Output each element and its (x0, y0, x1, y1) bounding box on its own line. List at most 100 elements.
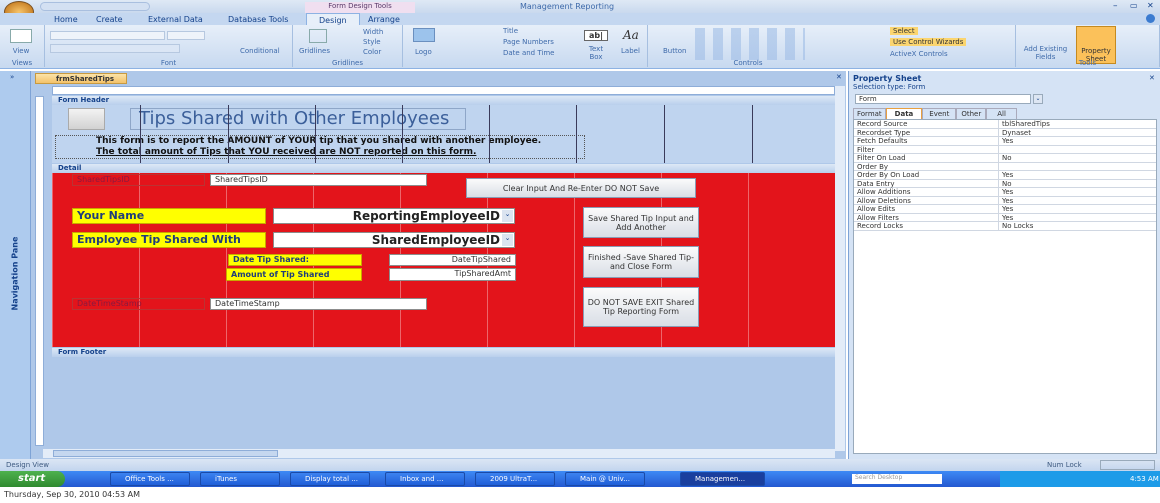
width-button[interactable]: Width (363, 28, 383, 36)
date-time-stamp-field[interactable]: DateTimeStamp (210, 298, 427, 310)
taskbar-item[interactable]: Office Tools ... (110, 472, 190, 486)
date-time-stamp-label[interactable]: DateTimeStamp (72, 298, 205, 310)
form-description[interactable]: This form is to report the AMOUNT of YOU… (55, 135, 585, 159)
shared-tips-id-label[interactable]: SharedTipsID (72, 174, 205, 186)
taskbar-item[interactable]: Managemen... (680, 472, 765, 486)
property-value[interactable]: Yes (999, 137, 1013, 145)
property-value[interactable]: Yes (999, 197, 1013, 205)
font-group-label: Font (160, 59, 177, 67)
style-button[interactable]: Style (363, 38, 381, 46)
object-select[interactable]: Form (855, 94, 1031, 104)
property-value[interactable]: No (999, 154, 1012, 162)
chevron-down-icon[interactable]: ⌄ (1033, 94, 1043, 104)
navigation-pane[interactable]: » Navigation Pane (0, 71, 31, 459)
tab-database-tools[interactable]: Database Tools (228, 15, 288, 24)
property-row[interactable]: Record Locks No Locks (854, 222, 1156, 231)
shared-with-label[interactable]: Employee Tip Shared With (72, 232, 266, 248)
close-button[interactable]: ✕ (1147, 1, 1154, 10)
view-switch-buttons[interactable] (1100, 460, 1155, 470)
tab-external-data[interactable]: External Data (148, 15, 203, 24)
control-wizards-button[interactable]: Use Control Wizards (890, 38, 967, 46)
taskbar-search[interactable]: Search Desktop (852, 474, 942, 484)
gridlines-group-label: Gridlines (332, 59, 363, 67)
property-row[interactable]: Allow Filters Yes (854, 213, 1156, 222)
color-button[interactable]: Color (363, 48, 381, 56)
formatting-buttons[interactable] (50, 44, 180, 53)
chevron-down-icon[interactable]: ⌄ (502, 210, 513, 222)
property-value[interactable]: No Locks (999, 222, 1033, 230)
property-value[interactable]: Yes (999, 205, 1013, 213)
property-value[interactable]: Yes (999, 171, 1013, 179)
property-row[interactable]: Filter On Load No (854, 154, 1156, 163)
select-button[interactable]: Select (890, 27, 918, 35)
title-button[interactable]: Title (503, 27, 518, 35)
document-tab[interactable]: frmSharedTips (35, 73, 127, 84)
chevron-down-icon[interactable]: ⌄ (502, 234, 513, 246)
amount-label[interactable]: Amount of Tip Shared (226, 268, 362, 281)
detail-band[interactable]: Detail (52, 164, 835, 173)
property-row[interactable]: Order By On Load Yes (854, 171, 1156, 180)
save-and-add-button[interactable]: Save Shared Tip Input and Add Another (583, 207, 699, 238)
font-size-select[interactable] (167, 31, 205, 40)
property-value[interactable]: No (999, 180, 1012, 188)
horizontal-scrollbar[interactable] (43, 449, 835, 458)
start-button[interactable]: start (0, 471, 65, 487)
your-name-label[interactable]: Your Name (72, 208, 266, 224)
activex-button[interactable]: ActiveX Controls (890, 50, 948, 58)
reporting-employee-combo[interactable]: ReportingEmployeeID (273, 208, 515, 224)
tab-arrange[interactable]: Arrange (368, 15, 400, 24)
property-value[interactable] (999, 163, 1002, 171)
tab-create[interactable]: Create (96, 15, 123, 24)
taskbar-item[interactable]: Display total ... (290, 472, 370, 486)
shared-tips-id-field[interactable]: SharedTipsID (210, 174, 427, 186)
finished-save-close-button[interactable]: Finished -Save Shared Tip- and Close For… (583, 246, 699, 278)
date-tip-shared-label[interactable]: Date Tip Shared: (228, 254, 362, 266)
clear-input-button[interactable]: Clear Input And Re-Enter DO NOT Save (466, 178, 696, 198)
property-row[interactable]: Filter (854, 145, 1156, 154)
property-value[interactable]: Yes (999, 214, 1013, 222)
controls-gallery[interactable] (695, 28, 805, 60)
property-row[interactable]: Allow Deletions Yes (854, 196, 1156, 205)
quick-access-toolbar[interactable] (40, 2, 150, 11)
gridlines-button[interactable]: Gridlines (299, 47, 330, 55)
minimize-button[interactable]: – (1113, 1, 1118, 11)
property-value[interactable]: Dynaset (999, 129, 1031, 137)
label-button[interactable]: Label (621, 47, 640, 55)
logo-button[interactable]: Logo (415, 48, 432, 56)
vertical-scrollbar[interactable] (835, 86, 845, 451)
property-row[interactable]: Allow Additions Yes (854, 188, 1156, 197)
shared-employee-combo[interactable]: SharedEmployeeID (273, 232, 515, 248)
form-title[interactable]: Tips Shared with Other Employees (130, 108, 466, 130)
date-time-button[interactable]: Date and Time (503, 49, 554, 57)
button-button[interactable]: Button (663, 47, 686, 55)
close-document-icon[interactable]: ✕ (836, 73, 842, 81)
property-row[interactable]: Order By (854, 162, 1156, 171)
expand-nav-icon[interactable]: » (10, 73, 14, 81)
font-name-select[interactable] (50, 31, 165, 40)
property-value[interactable]: tblSharedTips (999, 120, 1050, 128)
tip-shared-amount-field[interactable]: TipSharedAmt (389, 268, 516, 281)
help-icon[interactable] (1146, 14, 1155, 23)
property-row[interactable]: Allow Edits Yes (854, 205, 1156, 214)
taskbar-item[interactable]: 2009 UltraT... (475, 472, 555, 486)
property-value[interactable] (999, 146, 1002, 154)
date-tip-shared-field[interactable]: DateTipShared (389, 254, 516, 266)
property-row[interactable]: Fetch Defaults Yes (854, 137, 1156, 146)
property-row[interactable]: Record Source tblSharedTips (854, 120, 1156, 129)
property-row[interactable]: Data Entry No (854, 179, 1156, 188)
taskbar-item[interactable]: Inbox and ... (385, 472, 465, 486)
exit-without-save-button[interactable]: DO NOT SAVE EXIT Shared Tip Reporting Fo… (583, 287, 699, 327)
close-property-sheet-icon[interactable]: ✕ (1149, 74, 1155, 82)
taskbar-item[interactable]: iTunes (200, 472, 280, 486)
tab-home[interactable]: Home (54, 15, 78, 24)
maximize-button[interactable]: ▭ (1130, 1, 1138, 10)
text-box-button[interactable]: Text Box (583, 45, 609, 61)
property-row[interactable]: Recordset Type Dynaset (854, 128, 1156, 137)
page-numbers-button[interactable]: Page Numbers (503, 38, 554, 46)
form-footer-band[interactable]: Form Footer (52, 348, 835, 357)
property-value[interactable]: Yes (999, 188, 1013, 196)
conditional-button[interactable]: Conditional (240, 47, 280, 55)
taskbar-item[interactable]: Main @ Univ... (565, 472, 645, 486)
form-header-band[interactable]: Form Header (52, 96, 835, 105)
view-button[interactable]: View (6, 47, 36, 55)
